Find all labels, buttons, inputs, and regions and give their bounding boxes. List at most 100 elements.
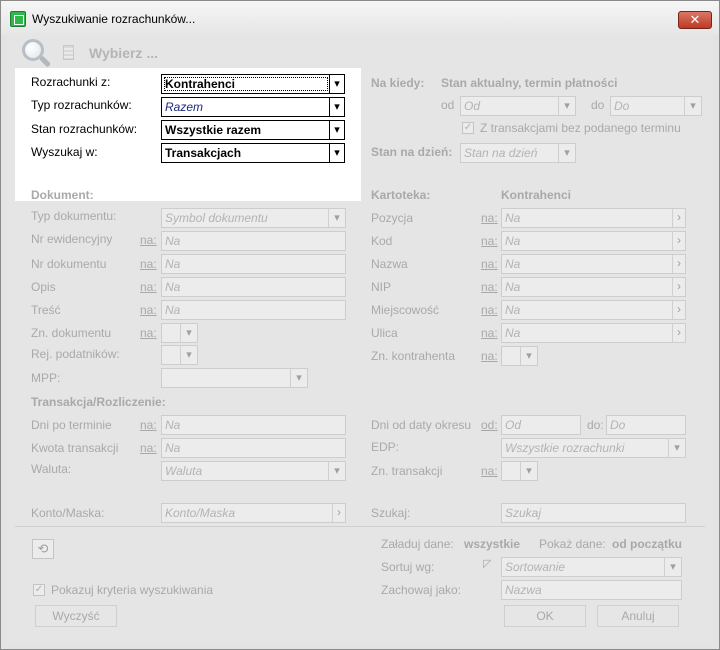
refresh-icon[interactable]: ⟲ [32, 539, 54, 559]
nazwa-na[interactable]: na: [481, 257, 498, 271]
nip-field[interactable]: Na [501, 277, 686, 297]
anuluj-button[interactable]: Anuluj [597, 605, 679, 627]
do-label: do [591, 98, 605, 112]
zaladuj-label: Załaduj dane: [381, 537, 454, 551]
nr-ewidencyjny-field[interactable]: Na [161, 231, 346, 251]
pozycja-na[interactable]: na: [481, 211, 498, 225]
stan-na-dzien-label: Stan na dzień: [371, 145, 453, 159]
zaladuj-value[interactable]: wszystkie [464, 537, 520, 551]
sort-direction-icon[interactable]: ◸ [483, 557, 491, 570]
szukaj-label: Szukaj: [371, 506, 411, 520]
wyszukaj-w-select[interactable]: Transakcjach [161, 143, 345, 163]
stan-rozrachunkow-label: Stan rozrachunków: [31, 122, 138, 136]
divider [15, 526, 705, 527]
typ-dokumentu-field[interactable]: Symbol dokumentu [161, 208, 346, 228]
stan-na-dzien-field[interactable]: Stan na dzień [460, 143, 576, 163]
szukaj-field[interactable]: Szukaj [501, 503, 686, 523]
nr-ewidencyjny-label: Nr ewidencyjny [31, 232, 113, 246]
tresc-field[interactable]: Na [161, 300, 346, 320]
rej-podatnikow-select[interactable] [161, 345, 198, 365]
rozrachunki-z-select[interactable]: Kontrahenci [161, 74, 345, 94]
kod-field[interactable]: Na [501, 231, 686, 251]
waluta-label: Waluta: [31, 462, 72, 476]
kwota-transakcji-na[interactable]: na: [140, 441, 157, 455]
kartoteka-value: Kontrahenci [501, 188, 572, 202]
opis-na[interactable]: na: [140, 280, 157, 294]
sortuj-select[interactable]: Sortowanie [501, 557, 682, 577]
pokaz-label: Pokaż dane: [539, 537, 606, 551]
pozycja-label: Pozycja [371, 211, 414, 225]
wyszukaj-w-label: Wyszukaj w: [31, 145, 98, 159]
close-button[interactable]: ✕ [678, 11, 712, 29]
window-title: Wyszukiwanie rozrachunków... [32, 12, 196, 26]
miejscowosc-na[interactable]: na: [481, 303, 498, 317]
pokazuj-kryteria-label: Pokazuj kryteria wyszukiwania [51, 583, 214, 597]
bez-terminu-checkbox[interactable]: ✓ [462, 122, 474, 134]
miejscowosc-field[interactable]: Na [501, 300, 686, 320]
opis-field[interactable]: Na [161, 277, 346, 297]
nr-dokumentu-na[interactable]: na: [140, 257, 157, 271]
zn-dokumentu-na[interactable]: na: [140, 326, 157, 340]
tresc-na[interactable]: na: [140, 303, 157, 317]
zn-kontrahenta-na[interactable]: na: [481, 349, 498, 363]
kod-na[interactable]: na: [481, 234, 498, 248]
pokazuj-kryteria-checkbox[interactable]: ✓ [33, 584, 45, 596]
waluta-select[interactable]: Waluta [161, 461, 346, 481]
wyczysc-button[interactable]: Wyczyść [35, 605, 117, 627]
kwota-transakcji-field[interactable]: Na [161, 438, 346, 458]
kartoteka-header: Kartoteka: [371, 188, 431, 202]
konto-maska-field[interactable]: Konto/Maska [161, 503, 346, 523]
nip-na[interactable]: na: [481, 280, 498, 294]
nip-label: NIP [371, 280, 392, 294]
rozrachunki-z-label: Rozrachunki z: [31, 75, 111, 89]
dni-po-terminie-field[interactable]: Na [161, 415, 346, 435]
dni-do-field[interactable]: Do [606, 415, 686, 435]
nr-dokumentu-field[interactable]: Na [161, 254, 346, 274]
zn-dokumentu-select[interactable] [161, 323, 198, 343]
pokaz-value[interactable]: od początku [612, 537, 682, 551]
nazwa-field[interactable]: Na [501, 254, 686, 274]
bez-terminu-label: Z transakcjami bez podanego terminu [480, 121, 681, 135]
zn-transakcji-na[interactable]: na: [481, 464, 498, 478]
od-label: od [441, 98, 455, 112]
zn-transakcji-select[interactable] [501, 461, 538, 481]
dni-od-daty-label: Dni od daty okresu [371, 418, 472, 432]
dni-do-label: do: [587, 418, 604, 432]
mpp-label: MPP: [31, 371, 61, 385]
dni-od-daty-od[interactable]: od: [481, 418, 498, 432]
od-date-field[interactable]: Od [460, 96, 576, 116]
zachowaj-field[interactable]: Nazwa [501, 580, 682, 600]
ulica-na[interactable]: na: [481, 326, 498, 340]
select-button[interactable]: Wybierz ... [89, 45, 158, 61]
do-date-field[interactable]: Do [610, 96, 702, 116]
search-dialog: Wyszukiwanie rozrachunków... ✕ Wybierz .… [0, 0, 720, 650]
konto-maska-label: Konto/Maska: [31, 506, 105, 520]
dialog-body: Wybierz ... Rozrachunki z: Kontrahenci T… [7, 35, 713, 643]
kwota-transakcji-label: Kwota transakcji [31, 441, 119, 455]
title-bar: Wyszukiwanie rozrachunków... ✕ [1, 1, 719, 35]
ulica-field[interactable]: Na [501, 323, 686, 343]
kod-label: Kod [371, 234, 393, 248]
typ-rozrachunkow-select[interactable]: Razem [161, 97, 345, 117]
zn-kontrahenta-select[interactable] [501, 346, 538, 366]
transakcja-header: Transakcja/Rozliczenie: [31, 395, 166, 409]
ok-button[interactable]: OK [504, 605, 586, 627]
pozycja-field[interactable]: Na [501, 208, 686, 228]
dni-po-terminie-na[interactable]: na: [140, 418, 157, 432]
calculator-icon[interactable] [63, 45, 74, 60]
app-icon [10, 11, 26, 27]
typ-rozrachunkow-label: Typ rozrachunków: [31, 98, 132, 112]
nr-ewidencyjny-na[interactable]: na: [140, 233, 157, 247]
search-icon[interactable] [18, 37, 54, 71]
na-kiedy-label: Na kiedy: [371, 76, 425, 90]
zachowaj-label: Zachowaj jako: [381, 583, 462, 597]
opis-label: Opis [31, 280, 56, 294]
stan-rozrachunkow-select[interactable]: Wszystkie razem [161, 120, 345, 140]
edp-select[interactable]: Wszystkie rozrachunki [501, 438, 686, 458]
edp-label: EDP: [371, 440, 400, 454]
dni-po-terminie-label: Dni po terminie [31, 418, 112, 432]
dokument-header: Dokument: [31, 188, 94, 202]
typ-dokumentu-label: Typ dokumentu: [31, 209, 117, 223]
mpp-select[interactable] [161, 368, 308, 388]
dni-od-field[interactable]: Od [501, 415, 581, 435]
